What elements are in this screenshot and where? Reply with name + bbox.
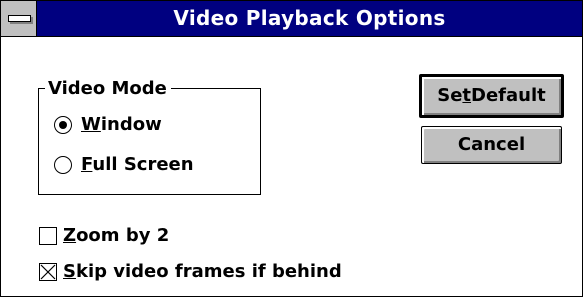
radio-full-screen-label[interactable]: Full Screen [81,154,194,176]
set-default-button[interactable]: Set Default [419,74,564,118]
radio-window-label[interactable]: Window [81,114,162,136]
dialog-window: Video Playback Options Video Mode Window… [0,0,583,297]
cancel-button[interactable]: Cancel [421,126,562,164]
checkbox-skip-frames-box[interactable] [39,263,57,281]
radio-full-screen-indicator[interactable] [54,156,72,174]
system-menu-button[interactable] [1,1,37,36]
video-mode-group [38,88,261,195]
check-x-icon [40,264,56,280]
video-mode-group-label: Video Mode [45,78,171,100]
title-bar[interactable]: Video Playback Options [1,1,582,37]
checkbox-skip-frames-label[interactable]: Skip video frames if behind [63,261,342,283]
cancel-label: Cancel [457,134,526,155]
checkbox-zoom-by-2-label[interactable]: Zoom by 2 [63,225,169,247]
radio-selected-dot-icon [59,121,67,129]
window-title: Video Playback Options [173,6,446,30]
radio-window-indicator[interactable] [54,116,72,134]
checkbox-zoom-by-2-box[interactable] [39,227,57,245]
system-menu-icon [8,15,31,22]
set-default-label: Set Default [437,85,546,106]
